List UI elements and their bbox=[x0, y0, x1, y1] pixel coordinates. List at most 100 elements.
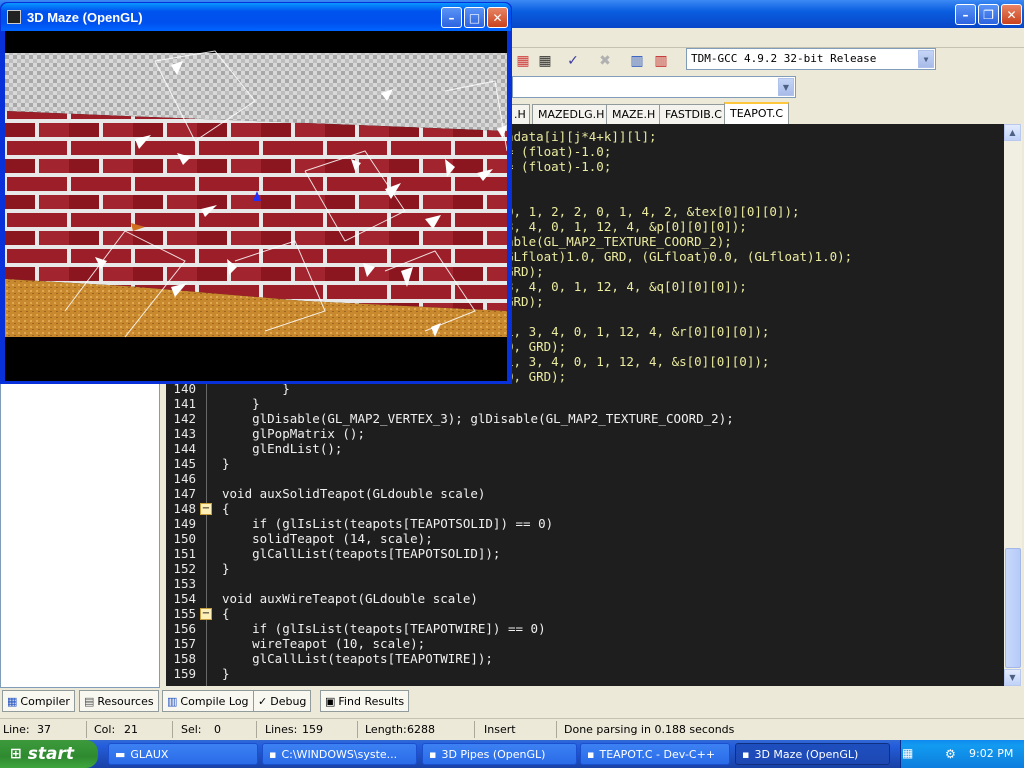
tab-compile-log[interactable]: ▥ Compile Log bbox=[162, 690, 254, 712]
compiler-icon: ▦ bbox=[7, 694, 18, 708]
chevron-down-icon[interactable]: ▼ bbox=[918, 50, 934, 68]
start-button[interactable]: ⊞ start bbox=[0, 740, 98, 768]
code-fragment: 0, 1, 2, 2, 0, 1, 4, 2, &tex[0][0][0]); bbox=[506, 204, 800, 219]
task-label: C:\WINDOWS\syste... bbox=[281, 747, 398, 761]
code-fragment: 1, 3, 4, 0, 1, 12, 4, &r[0][0][0]); bbox=[506, 324, 770, 339]
delete-icon[interactable]: ✖ bbox=[594, 50, 616, 72]
line-number: 150 bbox=[173, 531, 196, 546]
clock[interactable]: 9:02 PM bbox=[969, 747, 1013, 760]
maze-viewport[interactable] bbox=[5, 31, 508, 381]
minimize-button[interactable]: – bbox=[955, 4, 976, 25]
profile-icon[interactable]: ▥ bbox=[650, 50, 672, 72]
task-cmd[interactable]: ▪ C:\WINDOWS\syste... bbox=[262, 743, 417, 765]
scroll-up-icon[interactable]: ▲ bbox=[1004, 124, 1021, 141]
windows-logo-icon: ⊞ bbox=[10, 746, 22, 762]
sel-label: Sel: bbox=[181, 723, 202, 736]
task-label: 3D Pipes (OpenGL) bbox=[441, 747, 546, 761]
sel-value: 0 bbox=[214, 723, 221, 736]
tab-label: Compile Log bbox=[180, 694, 249, 708]
keyboard-icon[interactable]: ▦ bbox=[902, 746, 913, 760]
tab-compiler[interactable]: ▦ Compiler bbox=[2, 690, 75, 712]
col-value: 21 bbox=[124, 723, 138, 736]
line-number: 147 bbox=[173, 486, 196, 501]
task-label: TEAPOT.C - Dev-C++ bbox=[599, 747, 716, 761]
tab-mazedlg-h[interactable]: MAZEDLG.H bbox=[532, 104, 611, 124]
close-button[interactable]: ✕ bbox=[487, 7, 508, 28]
editor-scrollbar[interactable]: ▲ ▼ bbox=[1004, 124, 1022, 686]
task-3d-pipes[interactable]: ▪ 3D Pipes (OpenGL) bbox=[422, 743, 577, 765]
tab-resources[interactable]: ▤ Resources bbox=[79, 690, 159, 712]
col-label: Col: bbox=[94, 723, 116, 736]
network-icon[interactable]: ⚙ bbox=[945, 747, 956, 761]
line-number: 151 bbox=[173, 546, 196, 561]
line-number: 154 bbox=[173, 591, 196, 606]
code-line: wireTeapot (10, scale); bbox=[222, 636, 426, 651]
maze-titlebar[interactable]: 3D Maze (OpenGL) – □ ✕ bbox=[1, 3, 511, 31]
maze-scene bbox=[5, 31, 508, 381]
code-line: if (glIsList(teapots[TEAPOTSOLID]) == 0) bbox=[222, 516, 554, 531]
code-fragment: 3, 4, 0, 1, 12, 4, &q[0][0][0]); bbox=[506, 279, 747, 294]
line-number: 152 bbox=[173, 561, 196, 576]
fold-toggle-icon[interactable]: − bbox=[200, 503, 212, 515]
line-number: 156 bbox=[173, 621, 196, 636]
system-tray: ⚙ 9:02 PM bbox=[900, 740, 1024, 768]
tab-fastdib-c[interactable]: FASTDIB.C bbox=[659, 104, 728, 124]
code-line: glDisable(GL_MAP2_VERTEX_3); glDisable(G… bbox=[222, 411, 734, 426]
check-icon: ✓ bbox=[258, 694, 268, 708]
separator bbox=[556, 721, 557, 738]
scroll-down-icon[interactable]: ▼ bbox=[1004, 669, 1021, 686]
code-line: glEndList(); bbox=[222, 441, 343, 456]
chart-icon[interactable]: ▥ bbox=[626, 50, 648, 72]
insert-icon[interactable]: ▦ bbox=[512, 50, 534, 72]
code-fragment: = (float)-1.0; bbox=[506, 144, 612, 159]
code-fragment: ndata[i][j*4+k]][l]; bbox=[506, 129, 657, 144]
bottom-tabs: ▦ Compiler ▤ Resources ▥ Compile Log ✓ Debug… bbox=[0, 690, 1024, 712]
class-select[interactable]: ▼ bbox=[512, 76, 796, 98]
fold-toggle-icon[interactable]: − bbox=[200, 608, 212, 620]
line-number: 153 bbox=[173, 576, 196, 591]
code-fragment: 1, 3, 4, 0, 1, 12, 4, &s[0][0][0]); bbox=[506, 354, 770, 369]
code-line: } bbox=[222, 561, 230, 576]
task-devcpp[interactable]: ▪ TEAPOT.C - Dev-C++ bbox=[580, 743, 730, 765]
tab-find-results[interactable]: ▣ Find Results bbox=[320, 690, 410, 712]
code-line: } bbox=[222, 396, 260, 411]
grid-icon[interactable]: ▦ bbox=[534, 50, 556, 72]
close-button[interactable]: ✕ bbox=[1001, 4, 1022, 25]
line-number: 144 bbox=[173, 441, 196, 456]
chevron-down-icon[interactable]: ▼ bbox=[778, 78, 794, 96]
window-icon: ▪ bbox=[742, 747, 750, 761]
maximize-button[interactable]: ❐ bbox=[978, 4, 999, 25]
code-fragment: able(GL_MAP2_TEXTURE_COORD_2); bbox=[506, 234, 732, 249]
lines-value: 159 bbox=[302, 723, 323, 736]
project-panel[interactable] bbox=[0, 380, 160, 688]
code-fragment: = (float)-1.0; bbox=[506, 159, 612, 174]
code-line: glCallList(teapots[TEAPOTWIRE]); bbox=[222, 651, 493, 666]
line-number: 158 bbox=[173, 651, 196, 666]
tab-label: Debug bbox=[270, 694, 307, 708]
separator bbox=[474, 721, 475, 738]
code-line: void auxSolidTeapot(GLdouble scale) bbox=[222, 486, 486, 501]
code-line: { bbox=[222, 501, 230, 516]
code-fragment: 0, GRD); bbox=[506, 339, 567, 354]
tab-maze-h[interactable]: MAZE.H bbox=[606, 104, 662, 124]
insert-mode: Insert bbox=[484, 723, 516, 736]
brick-wall bbox=[5, 111, 507, 311]
code-line: if (glIsList(teapots[TEAPOTWIRE]) == 0) bbox=[222, 621, 546, 636]
line-number: 143 bbox=[173, 426, 196, 441]
line-number: 141 bbox=[173, 396, 196, 411]
separator bbox=[86, 721, 87, 738]
task-3d-maze[interactable]: ▪ 3D Maze (OpenGL) bbox=[735, 743, 890, 765]
chart-icon: ▥ bbox=[167, 694, 178, 708]
compiler-select[interactable]: TDM-GCC 4.9.2 32-bit Release ▼ bbox=[686, 48, 936, 70]
task-glaux[interactable]: ▬ GLAUX bbox=[108, 743, 258, 765]
line-number: 159 bbox=[173, 666, 196, 681]
tab-debug[interactable]: ✓ Debug bbox=[253, 690, 312, 712]
tab-teapot-c[interactable]: TEAPOT.C bbox=[724, 102, 790, 126]
find-icon: ▣ bbox=[325, 694, 336, 708]
maximize-button[interactable]: □ bbox=[464, 7, 485, 28]
check-icon[interactable]: ✓ bbox=[562, 50, 584, 72]
code-line: void auxWireTeapot(GLdouble scale) bbox=[222, 591, 478, 606]
scroll-thumb[interactable] bbox=[1005, 548, 1021, 668]
editor-tabs: .H MAZEDLG.H MAZE.H FASTDIB.C TEAPOT.C bbox=[508, 102, 1024, 126]
minimize-button[interactable]: – bbox=[441, 7, 462, 28]
